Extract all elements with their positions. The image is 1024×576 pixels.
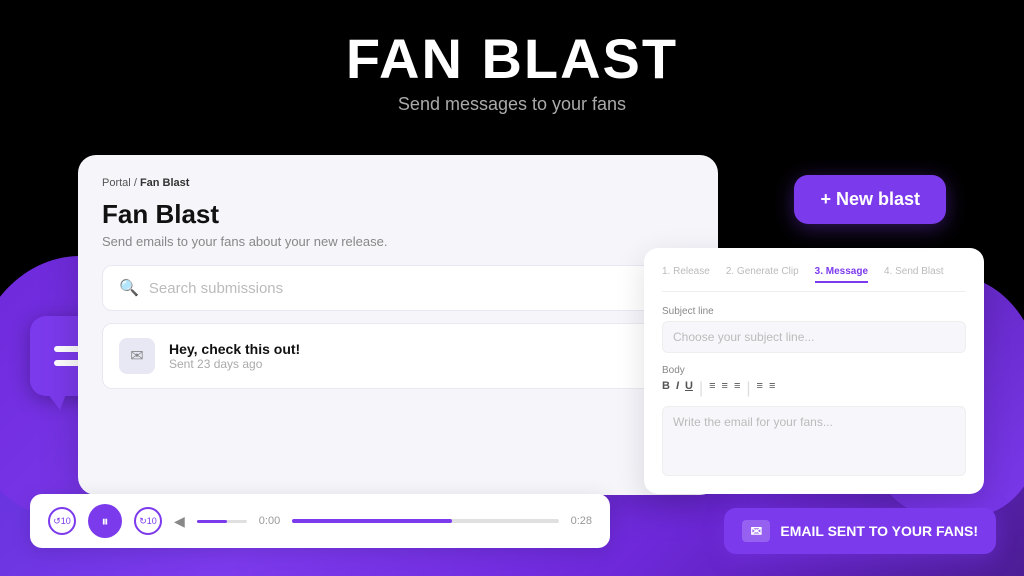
envelope-icon: ✉ bbox=[130, 346, 143, 366]
toast-text: EMAIL SENT TO YOUR FANS! bbox=[780, 523, 978, 539]
breadcrumb-portal: Portal bbox=[102, 177, 131, 189]
audio-player: ↺10 ⏸ ↻10 ◀ 0:00 0:28 bbox=[30, 494, 610, 548]
email-item-sent: Sent 23 days ago bbox=[169, 357, 300, 371]
main-card: Portal / Fan Blast Fan Blast Send emails… bbox=[78, 155, 718, 495]
card-title: Fan Blast bbox=[102, 199, 694, 230]
email-sent-toast: ✉ EMAIL SENT TO YOUR FANS! bbox=[724, 508, 996, 554]
align-left-button[interactable]: ≡ bbox=[709, 380, 715, 398]
forward-icon: ↻10 bbox=[139, 516, 157, 527]
volume-fill bbox=[197, 520, 227, 523]
volume-bar[interactable] bbox=[197, 520, 247, 523]
page-title: FAN BLAST bbox=[0, 28, 1024, 90]
step-tabs: 1. Release 2. Generate Clip 3. Message 4… bbox=[662, 266, 966, 292]
toolbar-sep-1: | bbox=[699, 380, 703, 398]
rewind-icon: ↺10 bbox=[53, 516, 71, 527]
bold-button[interactable]: B bbox=[662, 380, 670, 398]
breadcrumb: Portal / Fan Blast bbox=[102, 177, 694, 189]
body-label: Body bbox=[662, 365, 966, 376]
toolbar-sep-2: | bbox=[746, 380, 750, 398]
audio-time-end: 0:28 bbox=[571, 515, 592, 527]
play-pause-button[interactable]: ⏸ bbox=[88, 504, 122, 538]
align-center-button[interactable]: ≡ bbox=[722, 380, 728, 398]
search-bar[interactable]: 🔍 Search submissions bbox=[102, 265, 694, 311]
audio-time-start: 0:00 bbox=[259, 515, 280, 527]
page-header: FAN BLAST Send messages to your fans bbox=[0, 0, 1024, 133]
new-blast-button[interactable]: + New blast bbox=[794, 175, 946, 224]
breadcrumb-current: Fan Blast bbox=[140, 177, 190, 189]
search-icon: 🔍 bbox=[119, 278, 139, 298]
underline-button[interactable]: U bbox=[685, 380, 693, 398]
search-placeholder: Search submissions bbox=[149, 280, 283, 297]
align-right-button[interactable]: ≡ bbox=[734, 380, 740, 398]
list-button[interactable]: ≡ bbox=[757, 380, 763, 398]
card-subtitle: Send emails to your fans about your new … bbox=[102, 234, 694, 249]
editor-toolbar: B I U | ≡ ≡ ≡ | ≡ ≡ bbox=[662, 380, 966, 398]
pause-icon: ⏸ bbox=[102, 513, 109, 530]
tab-generate-clip[interactable]: 2. Generate Clip bbox=[726, 266, 799, 283]
toast-envelope-icon: ✉ bbox=[742, 520, 770, 542]
rewind-button[interactable]: ↺10 bbox=[48, 507, 76, 535]
subject-label: Subject line bbox=[662, 306, 966, 317]
volume-icon[interactable]: ◀ bbox=[174, 513, 185, 530]
page-subtitle: Send messages to your fans bbox=[0, 94, 1024, 115]
forward-button[interactable]: ↻10 bbox=[134, 507, 162, 535]
email-icon: ✉ bbox=[119, 338, 155, 374]
italic-button[interactable]: I bbox=[676, 380, 679, 398]
ordered-list-button[interactable]: ≡ bbox=[769, 380, 775, 398]
tab-send-blast[interactable]: 4. Send Blast bbox=[884, 266, 943, 283]
audio-progress-fill bbox=[292, 519, 452, 523]
email-list-item[interactable]: ✉ Hey, check this out! Sent 23 days ago bbox=[102, 323, 694, 389]
tab-message[interactable]: 3. Message bbox=[815, 266, 868, 283]
tab-release[interactable]: 1. Release bbox=[662, 266, 710, 283]
email-item-content: Hey, check this out! Sent 23 days ago bbox=[169, 341, 300, 371]
subject-input[interactable]: Choose your subject line... bbox=[662, 321, 966, 353]
body-input[interactable]: Write the email for your fans... bbox=[662, 406, 966, 476]
audio-progress-bar[interactable] bbox=[292, 519, 558, 523]
editor-card: 1. Release 2. Generate Clip 3. Message 4… bbox=[644, 248, 984, 494]
email-item-title: Hey, check this out! bbox=[169, 341, 300, 357]
